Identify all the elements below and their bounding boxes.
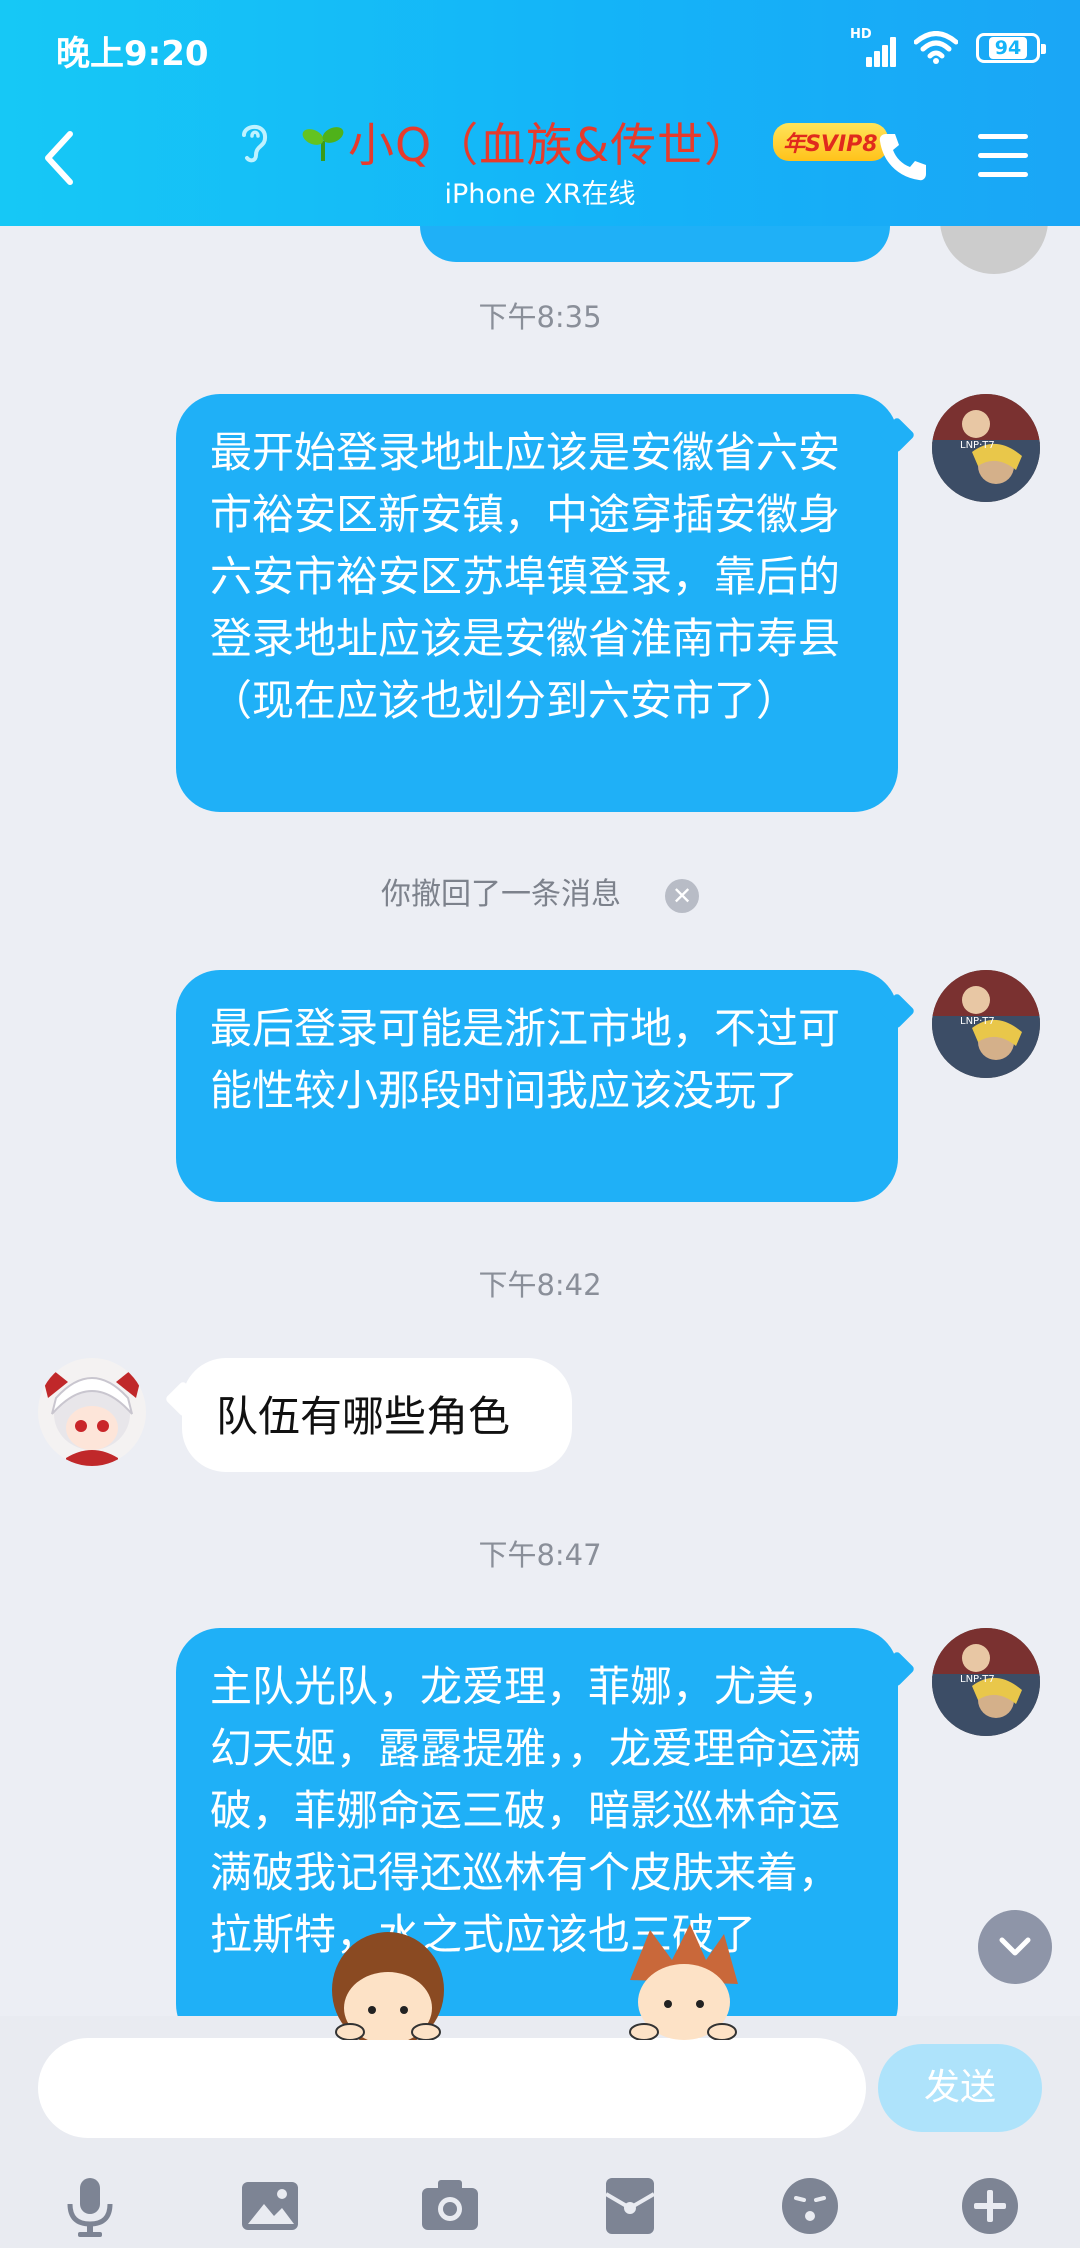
earpiece-mode-icon[interactable] (236, 119, 272, 165)
timestamp: 下午8:47 (478, 1538, 602, 1572)
my-avatar[interactable]: LNP·T7 (932, 1628, 1040, 1736)
outgoing-message-bubble[interactable]: 最开始登录地址应该是安徽省六安市裕安区新安镇，中途穿插安徽身六安市裕安区苏埠镇登… (176, 394, 898, 812)
input-area: 发送 (0, 2016, 1080, 2248)
wifi-icon (914, 31, 958, 64)
message-input[interactable] (38, 2038, 866, 2138)
plus-icon[interactable] (958, 2174, 1022, 2238)
sprout-icon (302, 127, 344, 161)
previous-bubble-fragment (420, 226, 890, 262)
network-label: HD (850, 27, 872, 42)
svg-text:LNP·T7: LNP·T7 (960, 1674, 995, 1685)
recall-text: 你撤回了一条消息 (381, 877, 621, 912)
emoji-icon[interactable] (778, 2174, 842, 2238)
incoming-message-bubble[interactable]: 队伍有哪些角色 (182, 1358, 572, 1472)
svg-text:LNP·T7: LNP·T7 (960, 1016, 995, 1027)
microphone-icon[interactable] (58, 2174, 122, 2238)
camera-icon[interactable] (418, 2174, 482, 2238)
send-button[interactable]: 发送 (878, 2044, 1042, 2132)
my-avatar[interactable]: LNP·T7 (932, 970, 1040, 1078)
battery-icon: 94 (976, 33, 1046, 63)
input-toolbar (0, 2168, 1080, 2248)
status-icons: HD 94 (850, 26, 1046, 70)
my-avatar[interactable]: LNP·T7 (932, 394, 1040, 502)
red-packet-icon[interactable] (598, 2174, 662, 2238)
scroll-to-bottom-button[interactable] (978, 1910, 1052, 1984)
timestamp: 下午8:42 (478, 1268, 602, 1302)
image-icon[interactable] (238, 2174, 302, 2238)
menu-icon[interactable] (978, 134, 1028, 178)
timestamp: 下午8:35 (478, 300, 602, 334)
contact-title[interactable]: 小Q（血族&传世） 年SVIP8 (236, 110, 888, 174)
chevron-down-icon (999, 1937, 1031, 1956)
svg-text:LNP·T7: LNP·T7 (960, 440, 995, 451)
status-time: 晚上9:20 (56, 34, 209, 74)
outgoing-message-bubble[interactable]: 最后登录可能是浙江市地，不过可能性较小那段时间我应该没玩了 (176, 970, 898, 1202)
battery-level: 94 (988, 37, 1028, 59)
recall-notice: 你撤回了一条消息 ✕ (0, 869, 1080, 913)
svip-badge: 年SVIP8 (773, 123, 888, 161)
outgoing-message-bubble[interactable]: 主队光队，龙爱理，菲娜，尤美，幻天姬，露露提雅，，龙爱理命运满破，菲娜命运三破，… (176, 1628, 898, 2016)
signal-icon: HD (850, 27, 896, 67)
close-icon[interactable]: ✕ (665, 878, 699, 913)
message-list[interactable]: 下午8:35 最开始登录地址应该是安徽省六安市裕安区新安镇，中途穿插安徽身六安市… (0, 226, 1080, 2016)
contact-avatar[interactable] (38, 1358, 146, 1466)
chat-header: 晚上9:20 HD 94 小Q（血族&传世） 年SVIP8 iPhone XR在… (0, 0, 1080, 226)
contact-name: 小Q（血族&传世） (348, 118, 752, 172)
previous-avatar-fragment (940, 226, 1048, 274)
phone-icon[interactable] (876, 130, 930, 184)
